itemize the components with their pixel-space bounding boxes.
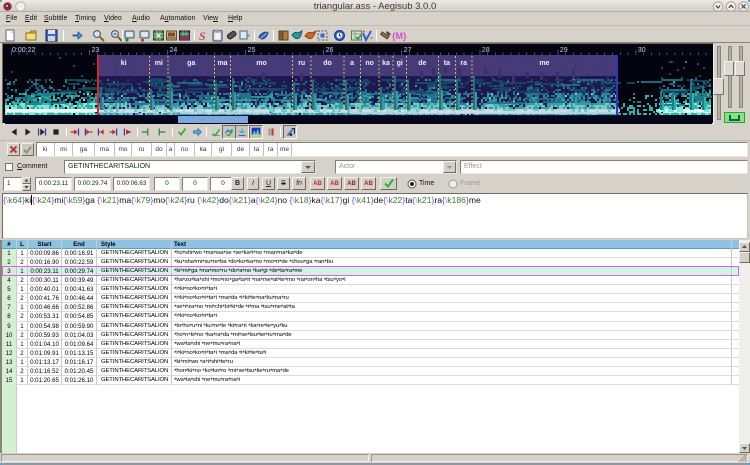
svg-text:ma: ma	[217, 60, 227, 67]
svg-text:30: 30	[638, 47, 646, 54]
svg-text:{M}: {M}	[392, 31, 407, 41]
svg-text:ta: ta	[444, 60, 450, 67]
svg-text:do: do	[323, 60, 332, 67]
svg-text:23: 23	[92, 47, 100, 54]
svg-text:de: de	[418, 60, 426, 67]
svg-text:29: 29	[560, 47, 568, 54]
svg-text:ga: ga	[187, 60, 195, 67]
svg-text:25: 25	[248, 47, 256, 54]
svg-text:a: a	[350, 60, 354, 67]
svg-text:24: 24	[170, 47, 178, 54]
svg-text:gi: gi	[397, 60, 403, 67]
svg-text:ru: ru	[298, 60, 305, 67]
svg-text:ka: ka	[382, 60, 390, 67]
svg-text:no: no	[365, 60, 374, 67]
svg-text:ra: ra	[460, 60, 467, 67]
svg-text:28: 28	[482, 47, 490, 54]
svg-text:26: 26	[326, 47, 334, 54]
svg-text:me: me	[539, 60, 549, 67]
svg-text:27: 27	[404, 47, 412, 54]
svg-text:ki: ki	[121, 60, 127, 67]
svg-text:mi: mi	[155, 60, 163, 67]
svg-text:S: S	[199, 29, 206, 42]
svg-text:mo: mo	[256, 60, 267, 67]
svg-text:0:00:22: 0:00:22	[12, 47, 35, 54]
